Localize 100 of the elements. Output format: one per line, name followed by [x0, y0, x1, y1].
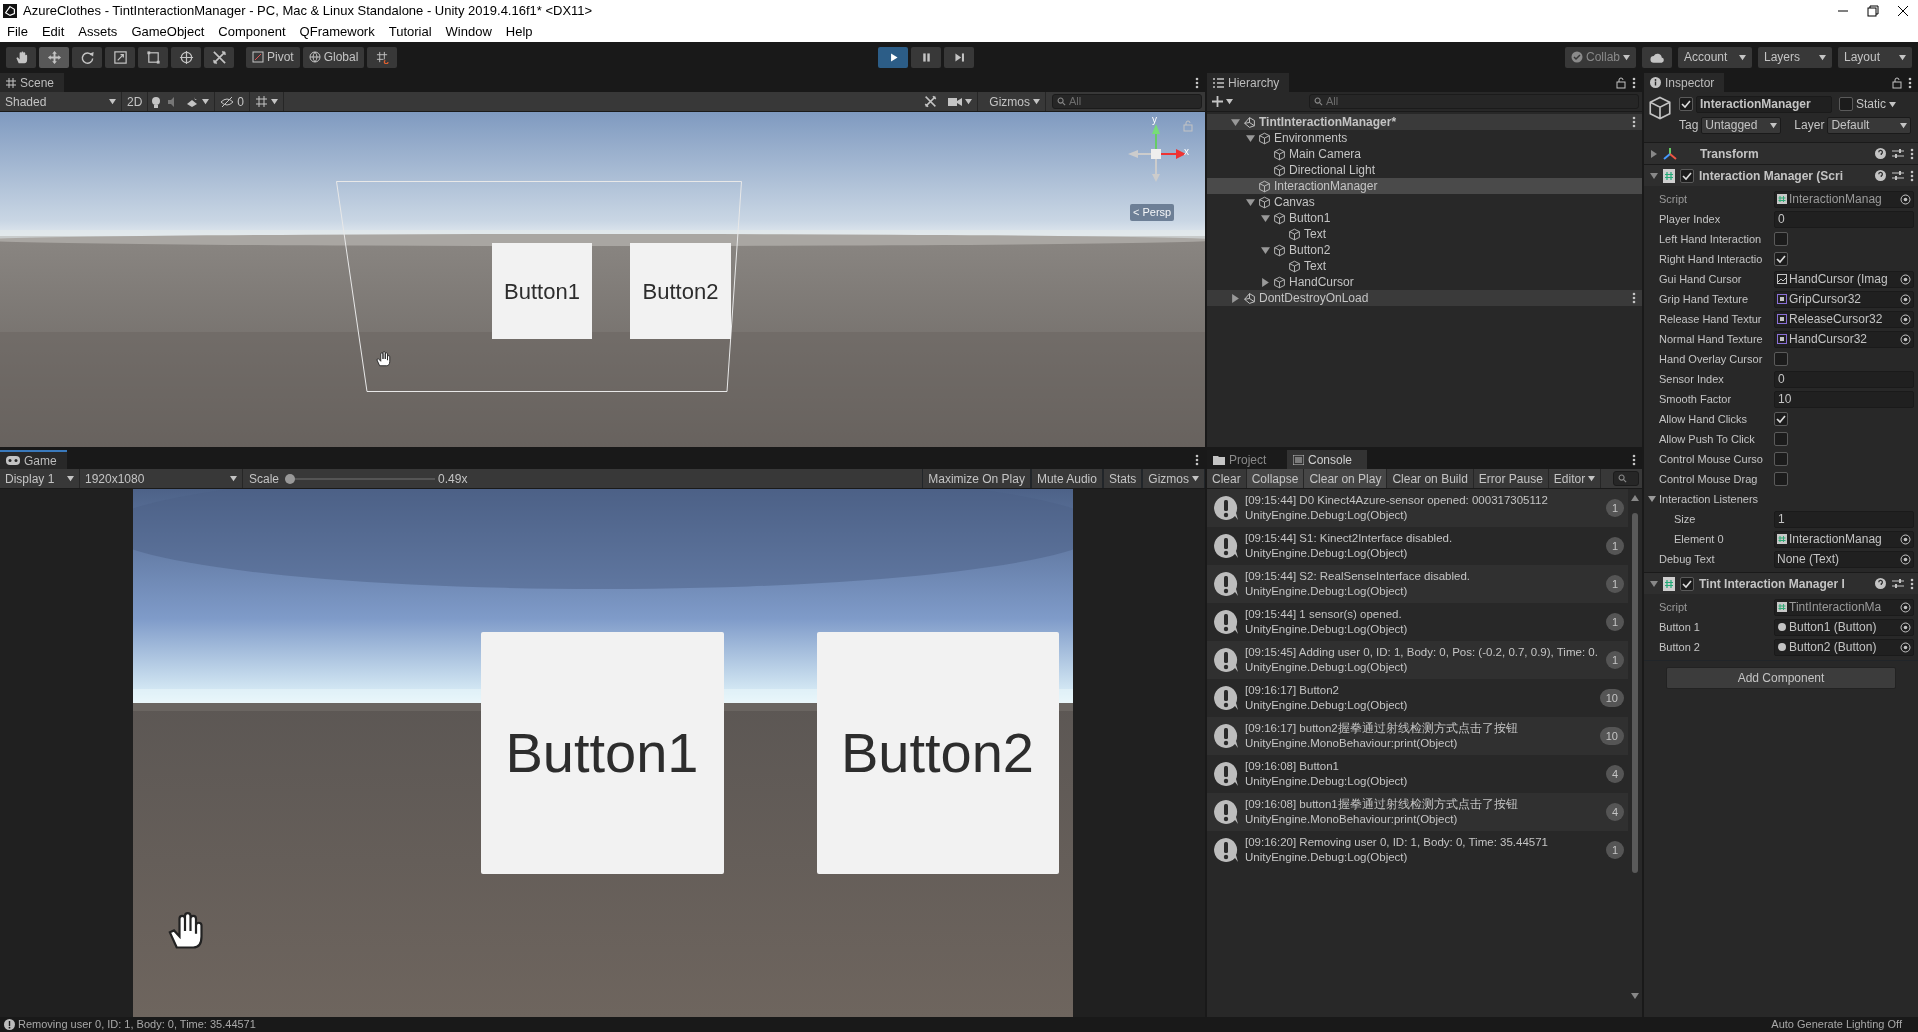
input-field[interactable]: 0 [1774, 370, 1914, 388]
checkbox[interactable] [1680, 168, 1694, 183]
menu-item[interactable]: Help [498, 22, 540, 42]
step-button[interactable] [944, 46, 975, 68]
log-entry[interactable]: [09:15:44] S1: Kinect2Interface disabled. UnityEngine.Debug:Log(Object) 1 [1207, 527, 1628, 565]
target-icon[interactable] [1900, 553, 1911, 565]
pivot-button[interactable]: Pivot [246, 46, 300, 68]
2d-toggle[interactable]: 2D [122, 92, 149, 111]
input-field[interactable]: 10 [1774, 390, 1914, 408]
expand-arrow-icon[interactable] [1246, 133, 1255, 143]
object-field[interactable]: None (Text) [1774, 550, 1914, 568]
expand-arrow-icon[interactable] [1231, 293, 1240, 303]
restore-icon[interactable] [1867, 5, 1879, 17]
tool-button[interactable] [6, 46, 36, 68]
menu-item[interactable]: File [0, 22, 35, 42]
toolbar-toggle[interactable]: Collapse [1246, 469, 1305, 488]
expand-arrow-icon[interactable] [1650, 149, 1658, 158]
object-field[interactable]: ReleaseCursor32 [1774, 310, 1914, 328]
expand-arrow-icon[interactable] [1261, 213, 1270, 223]
log-entry[interactable]: [09:16:17] Button2 UnityEngine.Debug:Log(Object) 10 [1207, 679, 1628, 717]
log-entry[interactable]: [09:15:45] Adding user 0, ID: 1, Body: 0, Pos: (-0.2, 0.7, 0.9), Time: 0. UnityEngine.Debug:Log(Object) 1 [1207, 641, 1628, 679]
menu-item[interactable]: Tutorial [381, 22, 439, 42]
tag-dropdown[interactable]: Untagged [1701, 116, 1782, 134]
hierarchy-item[interactable]: Directional Light [1207, 162, 1642, 178]
expand-arrow-icon[interactable] [1650, 171, 1658, 180]
target-icon[interactable] [1900, 333, 1911, 345]
checkbox[interactable] [1774, 472, 1788, 486]
more-icon[interactable] [1632, 77, 1636, 89]
tool-button[interactable] [72, 46, 102, 68]
toggle-button[interactable]: Maximize On Play [922, 469, 1031, 488]
log-entry[interactable]: [09:15:44] D0 Kinect4Azure-sensor opened: 000317305112 UnityEngine.Debug:Log(Object) 1 [1207, 489, 1628, 527]
sliders-icon[interactable] [1892, 578, 1904, 589]
console-tab[interactable]: Console [1287, 450, 1367, 469]
help-icon[interactable] [1875, 148, 1886, 159]
hierarchy-item[interactable]: Canvas [1207, 194, 1642, 210]
name-field[interactable]: InteractionManager [1696, 95, 1832, 113]
object-field[interactable]: GripCursor32 [1774, 290, 1914, 308]
more-icon[interactable] [1908, 77, 1912, 89]
hierarchy-item[interactable]: HandCursor [1207, 274, 1642, 290]
object-field[interactable]: Button1 (Button) [1774, 618, 1914, 636]
menu-item[interactable]: GameObject [124, 22, 212, 42]
snap-button[interactable] [367, 46, 398, 68]
hidden-toggle[interactable]: 0 [215, 92, 251, 111]
log-entry[interactable]: [09:16:20] Removing user 0, ID: 1, Body: 0, Time: 35.44571 UnityEngine.Debug:Log(Object) 1 [1207, 831, 1628, 869]
projection-label[interactable]: < Persp [1130, 204, 1175, 221]
more-icon[interactable] [1632, 292, 1636, 304]
target-icon[interactable] [1900, 533, 1911, 545]
gizmos-dropdown[interactable]: Gizmos [1142, 469, 1205, 488]
cloud-button[interactable] [1642, 46, 1672, 68]
target-icon[interactable] [1900, 293, 1911, 305]
expand-arrow-icon[interactable] [1261, 277, 1270, 287]
slider-thumb[interactable] [285, 473, 296, 484]
hierarchy-item[interactable]: TintInteractionManager* [1207, 114, 1642, 130]
game-tab[interactable]: Game [0, 450, 67, 469]
lock-icon[interactable] [1892, 77, 1902, 89]
hierarchy-tab[interactable]: Hierarchy [1207, 73, 1290, 92]
input-field[interactable]: 1 [1774, 510, 1914, 528]
log-entry[interactable]: [09:15:44] 1 sensor(s) opened. UnityEngine.Debug:Log(Object) 1 [1207, 603, 1628, 641]
checkbox[interactable] [1774, 452, 1788, 466]
menu-item[interactable]: Edit [34, 22, 72, 42]
more-icon[interactable] [1632, 116, 1636, 128]
object-field[interactable]: HandCursor (Imag [1774, 270, 1914, 288]
object-field[interactable]: InteractionManag [1774, 530, 1914, 548]
log-entry[interactable]: [09:15:44] S2: RealSenseInterface disabled. UnityEngine.Debug:Log(Object) 1 [1207, 565, 1628, 603]
hierarchy-item[interactable]: Main Camera [1207, 146, 1642, 162]
target-icon[interactable] [1900, 601, 1911, 613]
expand-arrow-icon[interactable] [1231, 117, 1240, 127]
hierarchy-item[interactable]: Button2 [1207, 242, 1642, 258]
object-field[interactable]: HandCursor32 [1774, 330, 1914, 348]
tool-button[interactable] [39, 46, 69, 68]
hierarchy-item[interactable]: Button1 [1207, 210, 1642, 226]
sliders-icon[interactable] [1892, 148, 1904, 159]
component-header[interactable]: Tint Interaction Manager I [1644, 572, 1918, 594]
resolution-dropdown[interactable]: 1920x1080 [80, 469, 243, 488]
hierarchy-item[interactable]: DontDestroyOnLoad [1207, 290, 1642, 306]
add-component-button[interactable]: Add Component [1666, 667, 1896, 689]
sliders-icon[interactable] [1892, 170, 1904, 181]
toolbar-toggle[interactable]: Clear on Build [1387, 469, 1474, 488]
help-icon[interactable] [1875, 170, 1886, 181]
more-icon[interactable] [1195, 77, 1199, 89]
target-icon[interactable] [1900, 313, 1911, 325]
more-icon[interactable] [1910, 147, 1914, 160]
more-icon[interactable] [1195, 454, 1199, 466]
tool-button[interactable] [204, 46, 234, 68]
hierarchy-item[interactable]: Text [1207, 226, 1642, 242]
checkbox[interactable] [1774, 432, 1788, 446]
toggle-button[interactable]: Mute Audio [1030, 469, 1103, 488]
close-icon[interactable] [1897, 5, 1909, 17]
help-icon[interactable] [1875, 578, 1886, 589]
shading-dropdown[interactable]: Shaded [0, 92, 122, 111]
checkbox[interactable] [1679, 97, 1693, 111]
tool-button[interactable] [138, 46, 168, 68]
global-button[interactable]: Global [302, 46, 365, 68]
search-field[interactable] [1613, 471, 1639, 486]
toggle-button[interactable]: Stats [1102, 469, 1143, 488]
input-field[interactable]: 0 [1774, 210, 1914, 228]
game-button[interactable]: Button2 [816, 632, 1059, 874]
gizmos-dropdown[interactable]: Gizmos [984, 92, 1046, 111]
menu-item[interactable]: Window [438, 22, 499, 42]
display-dropdown[interactable]: Display 1 [0, 469, 80, 488]
